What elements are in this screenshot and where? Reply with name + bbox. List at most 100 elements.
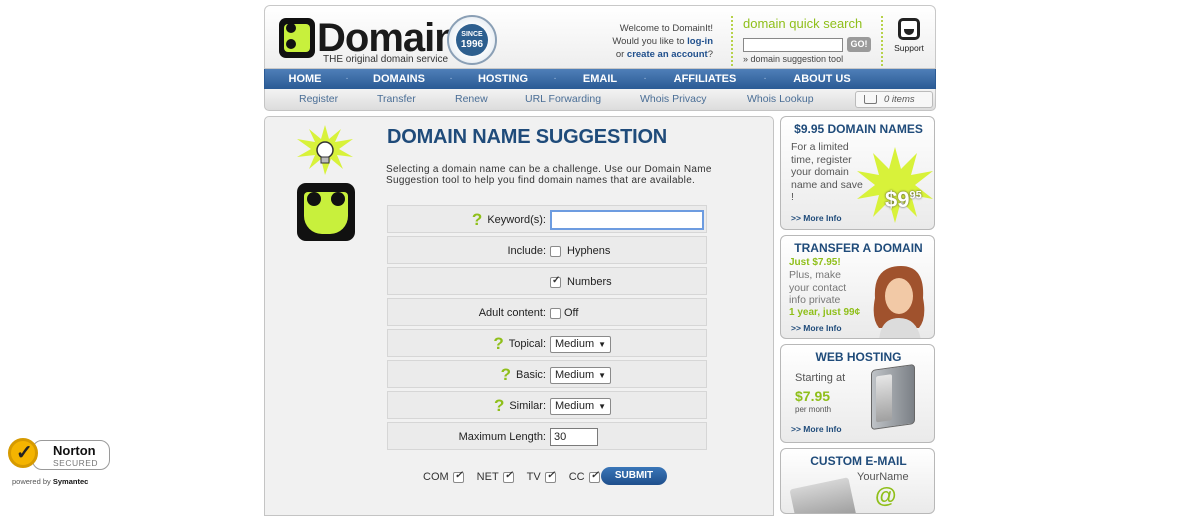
dropdown-arrow-icon: ▼ (598, 401, 607, 411)
lightbulb-icon (297, 125, 353, 175)
logo-tagline: THE original domain service (323, 54, 449, 65)
at-sign: @ (875, 483, 897, 508)
welcome-message: Welcome to DomainIt! Would you like to l… (612, 23, 713, 60)
tld-options: COM NET TV CC (423, 470, 613, 483)
shopping-cart[interactable]: 0 items (855, 91, 933, 108)
nav-separator: · (449, 73, 453, 84)
similar-select[interactable]: Medium ▼ (550, 397, 612, 415)
tld-net[interactable]: NET (477, 470, 520, 483)
nav-separator: · (643, 73, 647, 84)
subnav-whois-lookup[interactable]: Whois Lookup (747, 93, 814, 105)
login-link[interactable]: log-in (687, 36, 713, 47)
adult-content-label: Adult content: (478, 307, 546, 319)
tld-tv[interactable]: TV (527, 470, 562, 483)
max-length-input[interactable]: 30 (550, 428, 598, 446)
keyword-label: Keyword(s): (487, 214, 546, 226)
nav-separator: · (763, 73, 767, 84)
numbers-checkbox[interactable] (550, 275, 561, 288)
include-hyphens-row: Include: Hyphens (387, 236, 707, 264)
subnav-register[interactable]: Register (299, 93, 338, 105)
tld-cc-checkbox[interactable] (588, 470, 600, 483)
nav-home[interactable]: HOME (273, 69, 337, 89)
main-content: DOMAIN NAME SUGGESTION Selecting a domai… (264, 116, 774, 516)
promo-custom-email[interactable]: CUSTOM E-MAIL YourName @ (780, 448, 935, 514)
site-frame: DomainIt TM THE original domain service … (264, 5, 936, 516)
adult-off-label: Off (564, 307, 579, 319)
cart-count: 0 items (884, 94, 915, 105)
support-label: Support (894, 43, 924, 53)
dropdown-arrow-icon: ▼ (598, 339, 607, 349)
help-icon[interactable]: ? (472, 210, 482, 229)
norton-check-icon (8, 438, 38, 468)
max-length-label: Maximum Length: (458, 431, 546, 443)
nav-affiliates[interactable]: AFFILIATES (655, 69, 755, 89)
tld-tv-checkbox[interactable] (544, 470, 556, 483)
nav-separator: · (553, 73, 557, 84)
main-nav: HOME · DOMAINS · HOSTING · EMAIL · AFFIL… (264, 69, 936, 89)
promo-domain-names[interactable]: $9.95 DOMAIN NAMES For a limited time, r… (780, 116, 935, 230)
support-link[interactable]: Support (889, 18, 929, 53)
norton-powered-by: powered by Symantec (12, 477, 89, 486)
more-info-link[interactable]: >> More Info (791, 424, 842, 434)
adult-content-checkbox[interactable] (550, 307, 561, 319)
site-header: DomainIt TM THE original domain service … (264, 5, 936, 69)
support-headset-icon (898, 18, 920, 40)
include-numbers-row: Numbers (387, 267, 707, 295)
similar-row: ? Similar: Medium ▼ (387, 391, 707, 419)
max-length-row: Maximum Length: 30 (387, 422, 707, 450)
price-burst-icon (857, 147, 933, 223)
logo-mascot-icon (279, 18, 315, 58)
similar-label: Similar: (509, 400, 546, 412)
promo-transfer-domain[interactable]: TRANSFER A DOMAIN Just $7.95! Plus, make… (780, 235, 935, 339)
keyword-input[interactable] (550, 210, 704, 230)
basic-row: ? Basic: Medium ▼ (387, 360, 707, 388)
quick-search-title: domain quick search (743, 16, 863, 31)
cart-icon (864, 95, 877, 104)
adult-content-row: Adult content: Off (387, 298, 707, 326)
topical-select[interactable]: Medium ▼ (550, 335, 612, 353)
subnav-whois-privacy[interactable]: Whois Privacy (640, 93, 707, 105)
nav-domains[interactable]: DOMAINS (357, 69, 441, 89)
nav-separator: · (345, 73, 349, 84)
seal-center: SINCE 1996 (456, 24, 488, 56)
domainit-logo[interactable]: DomainIt TM THE original domain service (279, 16, 481, 65)
dropdown-arrow-icon: ▼ (598, 370, 607, 380)
mascot-icon (297, 183, 355, 241)
quick-search-input[interactable] (743, 38, 843, 52)
quick-search-go-button[interactable]: GO! (847, 37, 871, 52)
domain-suggestion-tool-link[interactable]: » domain suggestion tool (743, 54, 843, 64)
basic-label: Basic: (516, 369, 546, 381)
keyword-row: ? Keyword(s): (387, 205, 707, 233)
topical-label: Topical: (508, 338, 546, 350)
include-label: Include: (507, 245, 546, 257)
basic-select[interactable]: Medium ▼ (550, 366, 612, 384)
nav-about-us[interactable]: ABOUT US (775, 69, 869, 89)
subnav-transfer[interactable]: Transfer (377, 93, 416, 105)
subnav-url-forwarding[interactable]: URL Forwarding (525, 93, 601, 105)
subnav-renew[interactable]: Renew (455, 93, 488, 105)
nav-email[interactable]: EMAIL (565, 69, 635, 89)
help-icon[interactable]: ? (494, 396, 504, 415)
tld-com[interactable]: COM (423, 470, 470, 483)
tld-com-checkbox[interactable] (452, 470, 464, 483)
hyphens-label: Hyphens (567, 245, 611, 257)
more-info-link[interactable]: >> More Info (791, 213, 842, 223)
norton-secured-badge[interactable]: Norton SECURED powered by Symantec (6, 430, 112, 490)
promo-price: $995 (885, 187, 922, 212)
promo-web-hosting[interactable]: WEB HOSTING Starting at $7.95 per month … (780, 344, 935, 443)
nav-hosting[interactable]: HOSTING (461, 69, 545, 89)
help-icon[interactable]: ? (493, 334, 503, 353)
more-info-link[interactable]: >> More Info (791, 323, 842, 333)
tld-net-checkbox[interactable] (502, 470, 514, 483)
hyphens-checkbox[interactable] (550, 245, 561, 257)
intro-text: Selecting a domain name can be a challen… (386, 164, 712, 186)
server-icon (871, 363, 915, 431)
envelope-icon (789, 477, 857, 513)
submit-button[interactable]: SUBMIT (601, 467, 667, 485)
create-account-link[interactable]: create an account (627, 49, 708, 60)
since-1996-seal: SINCE 1996 (447, 15, 497, 65)
help-icon[interactable]: ? (501, 365, 511, 384)
sub-nav: Register Transfer Renew URL Forwarding W… (264, 89, 936, 111)
topical-row: ? Topical: Medium ▼ (387, 329, 707, 357)
numbers-label: Numbers (567, 276, 612, 288)
